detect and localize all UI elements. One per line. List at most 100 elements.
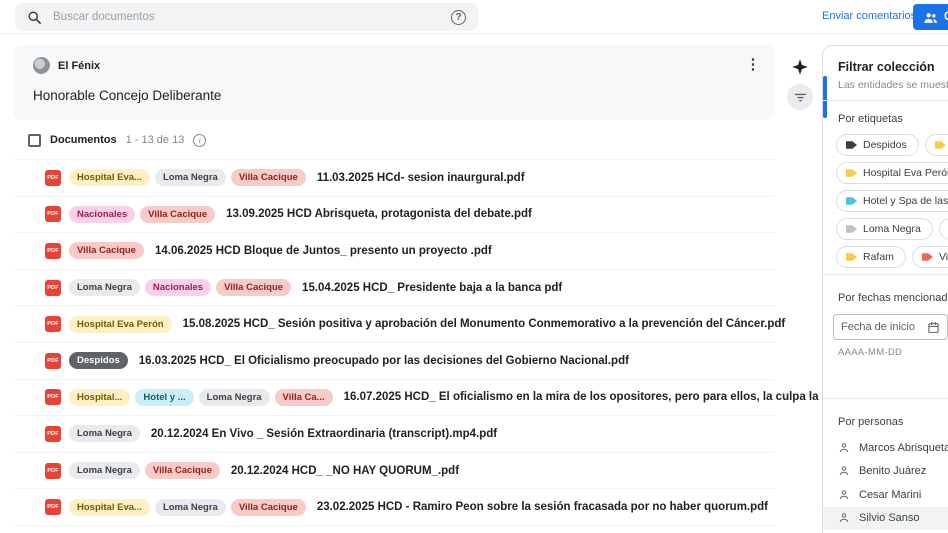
person-name: Marcos Abrisqueta — [859, 442, 948, 454]
select-all-checkbox[interactable] — [28, 134, 41, 147]
filter-panel-title: Filtrar colección — [838, 60, 935, 74]
document-row[interactable]: PDFLoma Negra20.12.2024 En Vivo _ Sesión… — [14, 416, 775, 453]
filter-chip[interactable]: Hospital Eva Perón — [836, 162, 948, 184]
help-icon[interactable]: ? — [451, 10, 466, 25]
filter-chip[interactable]: Villa Ca — [912, 246, 948, 268]
document-filename: 16.03.2025 HCD_ El Oficialismo preocupad… — [139, 355, 629, 367]
document-list: PDF Hospital Eva... Loma Negra Villa Caciqu… — [14, 159, 775, 526]
document-tag: Hospital... — [69, 389, 130, 406]
pdf-icon: PDF — [45, 463, 61, 479]
person-name: Benito Juárez — [859, 465, 926, 477]
person-icon — [838, 442, 850, 454]
document-filename: 15.08.2025 HCD_ Sesión positiva y aproba… — [183, 318, 786, 330]
label-chip-row: Loma Negra N — [836, 218, 948, 240]
document-row[interactable]: PDFLoma NegraNacionalesVilla Cacique15.0… — [14, 270, 775, 307]
collection-name: El Fénix — [58, 60, 100, 72]
tag-label-icon — [846, 252, 857, 262]
document-tag: Nacionales — [69, 206, 135, 223]
filter-chip[interactable]: Despidos — [836, 134, 919, 156]
divider — [823, 100, 948, 101]
tag-label-icon — [922, 252, 933, 262]
label-chip-row: Hotel y Spa de las Sie — [836, 190, 948, 212]
info-icon[interactable]: i — [193, 134, 206, 147]
share-button-label: Co — [944, 11, 948, 23]
start-date-input[interactable]: Fecha de inicio — [833, 314, 948, 340]
documents-label: Documentos — [50, 134, 117, 146]
filter-chip[interactable]: Rafam — [836, 246, 906, 268]
document-tag: Hospital Eva Perón — [69, 316, 172, 333]
filter-chip[interactable]: N — [939, 218, 948, 240]
filter-toggle-button[interactable] — [787, 84, 813, 110]
document-row[interactable]: PDFVilla Cacique14.06.2025 HCD Bloque de… — [14, 233, 775, 270]
pdf-icon: PDF — [45, 426, 61, 442]
document-filename: 11.03.2025 HCd- sesion inaurgural.pdf — [317, 172, 525, 184]
filter-chip-label: Hotel y Spa de las Sie — [863, 195, 948, 207]
calendar-icon — [927, 321, 940, 334]
date-format-hint: AAAA-MM-DD — [838, 347, 902, 358]
filter-icon — [793, 90, 808, 105]
label-chip-list: Despidos Esta Hospital Eva Perón Hotel y Sp… — [836, 134, 948, 274]
person-filter-item[interactable]: Cesar Marini — [823, 483, 948, 507]
filter-chip-label: Hospital Eva Perón — [863, 167, 948, 179]
person-filter-item[interactable]: Silvio Sanso — [823, 507, 948, 531]
share-button[interactable]: Co — [913, 4, 948, 30]
collection-logo — [33, 57, 50, 74]
pdf-icon: PDF — [45, 316, 61, 332]
search-placeholder: Buscar documentos — [53, 11, 440, 23]
labels-section-title: Por etiquetas — [838, 113, 903, 125]
document-row[interactable]: PDFLoma NegraVilla Cacique20.12.2024 HCD… — [14, 453, 775, 490]
pdf-icon: PDF — [45, 170, 61, 186]
people-list: Marcos Abrisqueta Benito Juárez Cesar Mari… — [823, 436, 948, 530]
filter-panel: Filtrar colección Las entidades se muest… — [822, 45, 948, 533]
document-tag: Villa Ca... — [275, 389, 333, 406]
document-row[interactable]: PDFHospital Eva...Loma NegraVilla Caciqu… — [14, 160, 775, 197]
pdf-icon: PDF — [45, 499, 61, 515]
divider — [823, 274, 948, 275]
document-filename: 13.09.2025 HCD Abrisqueta, protagonista … — [226, 208, 532, 220]
document-filename: 20.12.2024 En Vivo _ Sesión Extraordinar… — [151, 428, 497, 440]
document-row[interactable]: PDF Despidos 16.03.2025 HCD_ El Oficialism… — [14, 343, 775, 380]
document-tag: Hotel y ... — [135, 389, 193, 406]
person-name: Silvio Sanso — [859, 512, 920, 524]
person-icon — [838, 489, 850, 501]
send-feedback-link[interactable]: Enviar comentarios — [822, 10, 916, 22]
more-options-button[interactable]: ⋮ — [745, 55, 761, 73]
document-tag: Villa Cacique — [145, 462, 220, 479]
pdf-icon: PDF — [45, 280, 61, 296]
document-filename: 14.06.2025 HCD Bloque de Juntos_ present… — [155, 245, 492, 257]
person-icon — [838, 465, 850, 477]
pdf-icon: PDF — [45, 389, 61, 405]
label-chip-row: Rafam Villa Ca — [836, 246, 948, 268]
person-filter-item[interactable]: Marcos Abrisqueta — [823, 436, 948, 460]
document-row[interactable]: PDFNacionalesVilla Cacique13.09.2025 HCD… — [14, 197, 775, 234]
person-filter-item[interactable]: Benito Juárez — [823, 460, 948, 484]
pdf-icon: PDF — [45, 353, 61, 369]
people-icon — [923, 11, 938, 24]
panel-scrollbar[interactable] — [823, 76, 827, 118]
filter-chip-label: Loma Negra — [863, 223, 921, 235]
filter-chip[interactable]: Esta — [925, 134, 948, 156]
document-row[interactable]: PDFHospital Eva Perón15.08.2025 HCD_ Ses… — [14, 306, 775, 343]
start-date-placeholder: Fecha de inicio — [841, 321, 921, 333]
tag-label-icon — [935, 140, 946, 150]
tag-label-icon — [846, 196, 857, 206]
search-input[interactable]: Buscar documentos ? — [15, 3, 478, 31]
document-tag: Villa Cacique — [231, 499, 306, 516]
page-title: Honorable Concejo Deliberante — [33, 88, 221, 103]
filter-panel-subtitle: Las entidades se muestran — [838, 79, 948, 91]
document-tag: Villa Cacique — [69, 242, 144, 259]
document-tag: Loma Negra — [155, 499, 226, 516]
app-window: Buscar documentos ? Enviar comentarios C… — [0, 0, 948, 533]
document-tag: Hospital Eva... — [69, 499, 150, 516]
document-tag: Despidos — [69, 352, 128, 369]
label-chip-row: Despidos Esta — [836, 134, 948, 156]
ai-sparkle-icon[interactable] — [791, 58, 809, 76]
filter-chip[interactable]: Hotel y Spa de las Sie — [836, 190, 948, 212]
document-tag: Hospital Eva... — [69, 169, 150, 186]
document-filename: 23.02.2025 HCD - Ramiro Peon sobre la se… — [317, 501, 768, 513]
filter-chip[interactable]: Loma Negra — [836, 218, 933, 240]
document-row[interactable]: PDFHospital...Hotel y ...Loma NegraVilla… — [14, 380, 775, 417]
document-row[interactable]: PDF Hospital Eva... Loma Negra Villa Caciqu… — [14, 489, 775, 526]
collection-header-card: El Fénix ⋮ Honorable Concejo Deliberante — [14, 45, 775, 120]
document-tag: Loma Negra — [69, 462, 140, 479]
